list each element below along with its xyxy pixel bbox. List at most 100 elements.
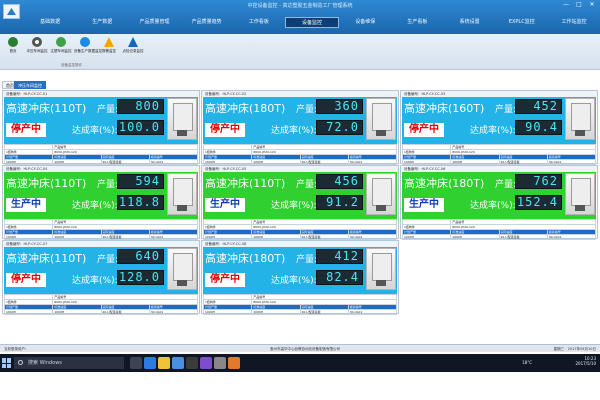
info-row: 1000H 1000H 20-U型连接板 30-UL01 [202,309,398,315]
info-cell: 1000H [3,309,54,315]
toolbar-button-label: 注塑车间监控 [50,49,72,53]
menu-item[interactable]: 生产数据 [76,17,128,28]
press-machine-image [167,98,197,140]
edge-icon[interactable] [144,357,156,369]
info-cell: 1000H [251,159,301,165]
toolbar-button[interactable]: 冲压车间监控 [26,37,48,54]
visual-studio-icon[interactable] [200,357,212,369]
minimize-button[interactable]: — [560,1,572,9]
rate-label: 达成率(%): [72,276,118,286]
terminal-icon[interactable] [186,357,198,369]
app-icon[interactable] [228,357,240,369]
info-cell: 1000H [450,159,500,165]
menu-item[interactable]: 产品质量趋势 [181,17,233,28]
product-info-table: 产品编号 1结构件 800U-JP20-120 计划产量 标准速度 实际速度 模具编号 100… [401,219,597,240]
toolbar-button-label: 首页 [9,49,17,53]
machine-card[interactable]: 设备编号：HLP-CY-CC-04 高速冲床(110T) 生产中 产量: 594 达成率(… [2,165,200,240]
menu-item[interactable]: EXPLC监控 [496,17,548,28]
maximize-button[interactable]: □ [573,1,585,9]
machine-grid: 设备编号：HLP-CY-CC-01 高速冲床(110T) 停产中 产量: 800 达成率(… [0,90,600,338]
settings-icon[interactable] [214,357,226,369]
rate-label: 达成率(%): [72,126,118,136]
close-button[interactable]: ✕ [586,1,598,9]
toolbar-button[interactable]: 首页 [2,37,24,54]
search-icon [18,360,23,365]
menu-item[interactable]: 设备维保 [339,17,391,28]
explorer-icon[interactable] [158,357,170,369]
toolbar-button[interactable]: 设备生产数据监控 [74,37,102,54]
info-row: 1000H 1000H 20-U型连接板 30-UL01 [3,309,199,315]
rate-display: 118.8 [117,195,164,210]
task-view-icon[interactable] [130,357,142,369]
card-body: 高速冲床(180T) 停产中 产量: 412 达成率(%): 82.4 [203,247,397,294]
window-controls: — □ ✕ [560,1,598,9]
info-cell: 30-UL01 [546,159,597,165]
rate-display: 100.0 [117,120,164,135]
toolbar-button-label: 冲压车间监控 [26,49,48,53]
product-info-table: 产品编号 1结构件 800U-JP20-120 计划产量 标准速度 实际速度 模具编号 100… [202,144,398,165]
machine-card[interactable]: 设备编号：HLP-CY-CC-03 高速冲床(160T) 停产中 产量: 452 达成率(… [400,90,598,165]
info-cell: 1000H [202,159,253,165]
machine-card[interactable]: 设备编号：HLP-CY-CC-01 高速冲床(110T) 停产中 产量: 800 达成率(… [2,90,200,165]
menu-item[interactable]: 工作看板 [233,17,285,28]
info-cell: 20-U型连接板 [299,309,349,315]
info-cell: 1000H [52,159,102,165]
taskbar: 搜索 Windows 18°C 10:23 2017/5/10 [0,354,600,372]
machine-card[interactable]: 设备编号：HLP-CY-CC-07 高速冲床(110T) 停产中 产量: 640 达成率(… [2,240,200,315]
card-body: 高速冲床(180T) 停产中 产量: 360 达成率(%): 72.0 [203,97,397,144]
press-machine-image [167,248,197,290]
status-badge: 停产中 [6,273,46,287]
info-row: 1000H 1000H 20-U型连接板 30-UL01 [401,234,597,240]
tab[interactable]: 冲压车间监控 [14,81,46,89]
toolbar-button[interactable]: 点检记录监控 [122,37,144,54]
menu-item[interactable]: 生产看板 [391,17,443,28]
info-row: 1000H 1000H 20-U型连接板 30-UL01 [202,159,398,165]
qty-label: 产量: [296,255,318,265]
start-button[interactable] [2,358,12,368]
machine-name: 高速冲床(180T) [404,177,485,190]
press-machine-image [565,98,595,140]
press-machine-image [366,98,396,140]
machine-card[interactable]: 设备编号：HLP-CY-CC-02 高速冲床(180T) 停产中 产量: 360 达成率(… [201,90,399,165]
main-menu: 基础数据 生产数据 产品质量管理 产品质量趋势 工作看板 设备监控 设备维保 生产看板 系统设置… [24,17,600,28]
machine-card[interactable]: 设备编号：HLP-CY-CC-08 高速冲床(180T) 停产中 产量: 412 达成率(… [201,240,399,315]
toolbar-button[interactable]: 注塑车间监控 [50,37,72,54]
status-date: 星期三 2017年05月10日 [553,347,596,351]
status-bar: 当前登录用户： 惠州市高华中心品牌自动化设备制造有限公司 星期三 2017年05… [0,344,600,352]
rate-label: 达成率(%): [271,276,317,286]
qty-display: 412 [316,249,363,264]
machine-name: 高速冲床(110T) [205,177,286,190]
info-cell: 1000H [202,234,253,240]
menu-item[interactable]: 基础数据 [24,17,76,28]
machine-name: 高速冲床(110T) [6,177,87,190]
machine-card[interactable]: 设备编号：HLP-CY-CC-05 高速冲床(110T) 生产中 产量: 456 达成率(… [201,165,399,240]
info-cell: 30-UL01 [148,159,199,165]
qty-display: 640 [117,249,164,264]
machine-name: 高速冲床(180T) [205,102,286,115]
qty-label: 产量: [97,105,119,115]
status-badge: 生产中 [404,198,444,212]
gear-icon [32,37,42,47]
menu-item[interactable]: 产品质量管理 [128,17,180,28]
info-icon [128,37,138,47]
rate-label: 达成率(%): [470,126,516,136]
menu-item[interactable]: 工作站监控 [548,17,600,28]
store-icon[interactable] [172,357,184,369]
qty-label: 产量: [495,180,517,190]
title-bar: 中控设备监控 - 高达塑胶五金制造工厂管理系统 — □ ✕ 基础数据 生产数据 产品… [0,0,600,34]
machine-card[interactable]: 设备编号：HLP-CY-CC-06 高速冲床(180T) 生产中 产量: 762 达成率(… [400,165,598,240]
menu-item[interactable]: 系统设置 [444,17,496,28]
toolbar-button-label: 点检记录监控 [122,49,144,53]
info-cell: 1000H [52,234,102,240]
qty-label: 产量: [495,105,517,115]
status-badge: 生产中 [6,198,46,212]
info-cell: 20-U型连接板 [100,309,150,315]
taskbar-search[interactable]: 搜索 Windows [14,357,124,369]
system-tray-clock[interactable]: 10:23 2017/5/10 [575,356,596,366]
status-badge: 生产中 [205,198,245,212]
toolbar-button[interactable]: 报警监控 [98,37,120,54]
press-machine-image [366,173,396,215]
qty-label: 产量: [296,180,318,190]
toolbar-button-label: 设备生产数据监控 [74,49,102,53]
menu-item[interactable]: 设备监控 [284,17,340,28]
